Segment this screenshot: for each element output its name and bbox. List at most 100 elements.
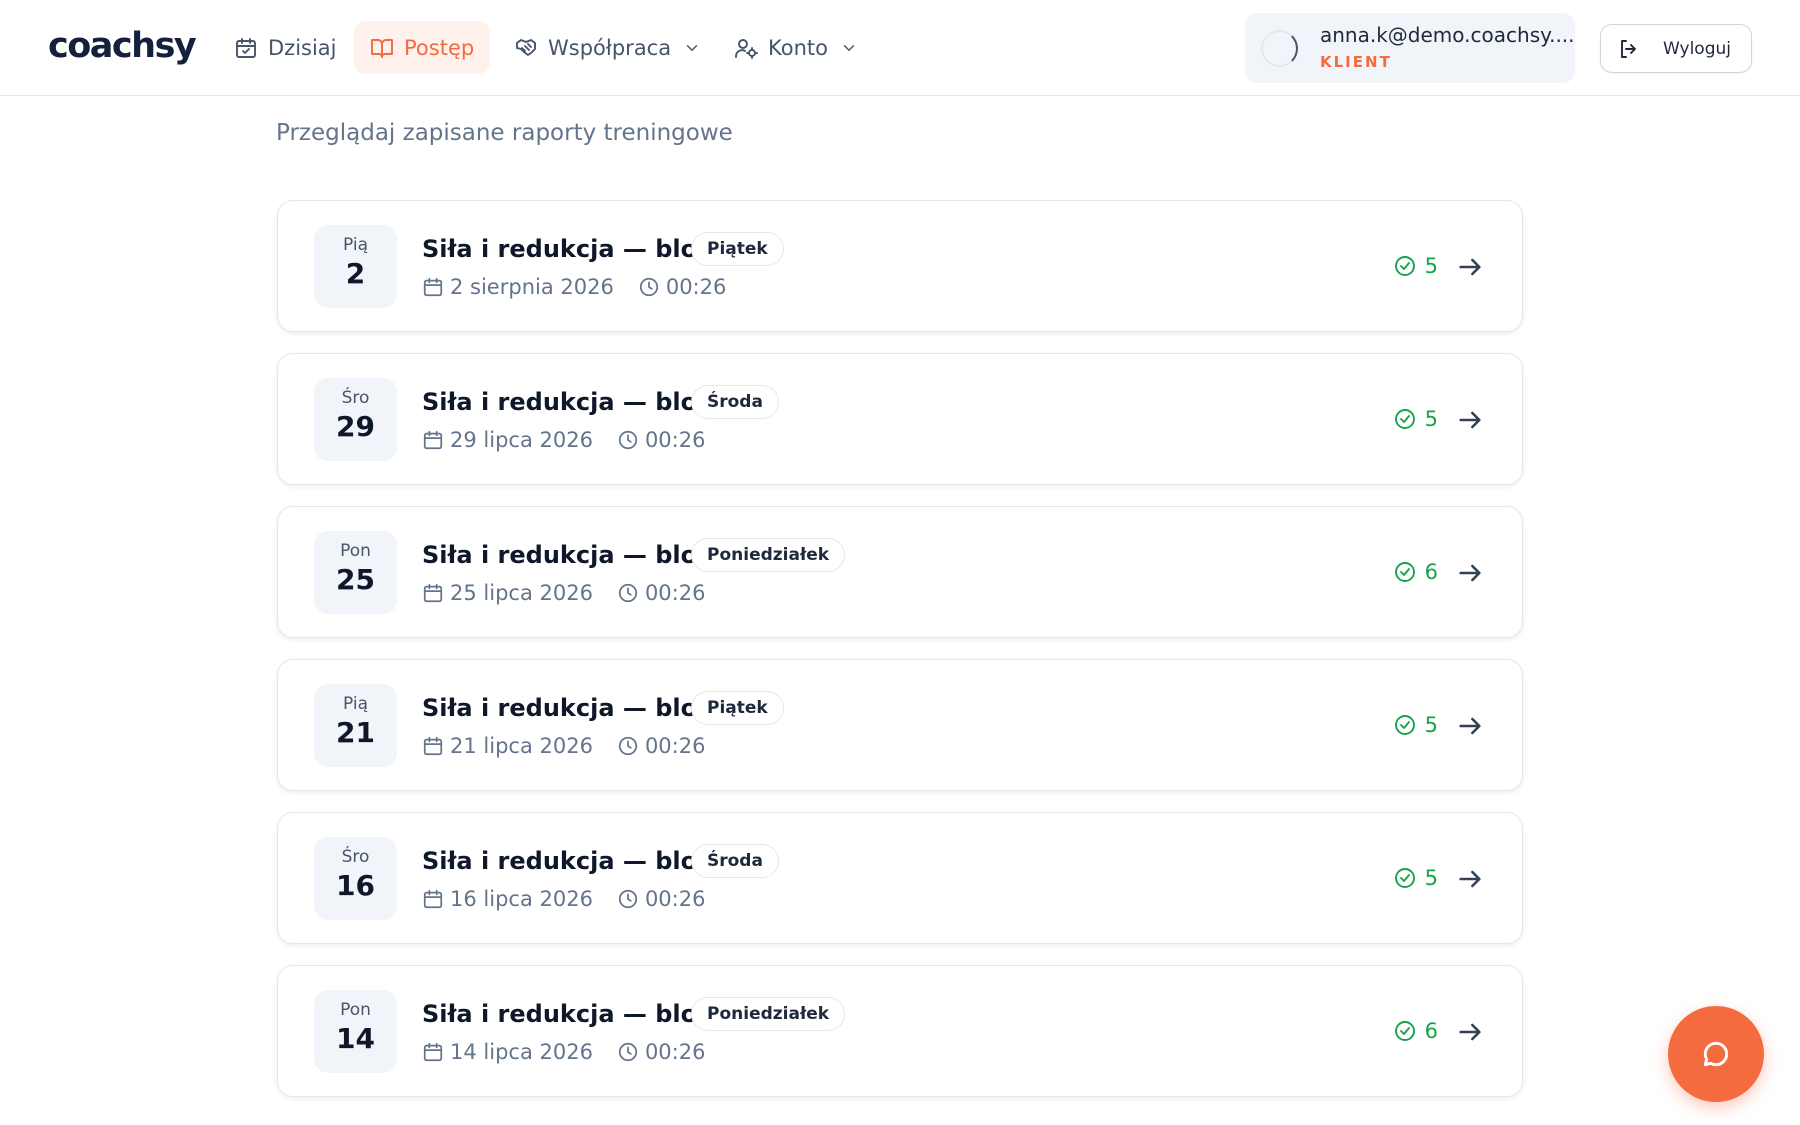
clock-icon	[618, 889, 638, 909]
nav-label: Konto	[768, 35, 828, 60]
clock-icon	[618, 736, 638, 756]
completed-count: 6	[1393, 1019, 1438, 1043]
report-card[interactable]: Pon 14 Siła i redukcja — blok 1 Poniedzi…	[277, 965, 1523, 1097]
count-value: 5	[1424, 407, 1438, 431]
nav-item-wspolpraca[interactable]: Współpraca	[498, 21, 717, 74]
report-date: 21 lipca 2026	[450, 734, 593, 758]
check-circle-icon	[1394, 1021, 1415, 1041]
chevron-down-icon	[686, 44, 698, 51]
arrow-right-icon	[1459, 1023, 1481, 1041]
count-value: 5	[1424, 866, 1438, 890]
date-box: Pon 14	[314, 990, 397, 1073]
completed-count: 5	[1393, 713, 1438, 737]
open-report-button[interactable]	[1456, 253, 1484, 281]
handshake-icon	[516, 38, 536, 56]
count-value: 5	[1424, 254, 1438, 278]
calendar-icon	[423, 583, 443, 603]
report-date: 29 lipca 2026	[450, 428, 593, 452]
arrow-right-icon	[1459, 564, 1481, 582]
logout-label: Wyloguj	[1663, 38, 1731, 59]
check-circle-icon	[1394, 562, 1415, 582]
report-date: 14 lipca 2026	[450, 1040, 593, 1064]
day-number: 21	[336, 716, 375, 749]
clock-icon	[618, 1042, 638, 1062]
completed-count: 5	[1393, 866, 1438, 890]
report-card[interactable]: Śro 16 Siła i redukcja — blok 1 Środa 16…	[277, 812, 1523, 944]
check-circle-icon	[1394, 868, 1415, 888]
day-of-week: Pon	[340, 541, 371, 561]
top-navigation-bar: coachsy Dzisiaj Postęp Współpraca Konto …	[0, 0, 1800, 96]
nav-item-postep[interactable]: Postęp	[354, 21, 491, 74]
calendar-icon	[423, 430, 443, 450]
day-number: 16	[336, 869, 375, 902]
nav-label: Współpraca	[548, 35, 672, 60]
report-meta: 2 sierpnia 2026 00:26	[422, 275, 726, 299]
user-role: KLIENT	[1320, 53, 1392, 71]
book-open-icon	[371, 38, 393, 58]
weekday-badge: Środa	[691, 844, 779, 878]
count-value: 5	[1424, 713, 1438, 737]
open-report-button[interactable]	[1456, 712, 1484, 740]
nav-item-konto[interactable]: Konto	[718, 21, 874, 74]
check-circle-icon	[1394, 409, 1415, 429]
logout-button[interactable]: Wyloguj	[1600, 24, 1752, 73]
weekday-badge: Poniedziałek	[691, 538, 846, 572]
calendar-icon	[423, 889, 443, 909]
clock-icon	[618, 583, 638, 603]
weekday-badge: Środa	[691, 385, 779, 419]
arrow-right-icon	[1459, 258, 1481, 276]
calendar-check-icon	[236, 37, 256, 58]
arrow-right-icon	[1459, 870, 1481, 888]
weekday-badge: Piątek	[691, 232, 784, 266]
calendar-icon	[423, 1042, 443, 1062]
report-meta: 29 lipca 2026 00:26	[422, 428, 705, 452]
report-time: 00:26	[644, 734, 706, 758]
report-card[interactable]: Pią 2 Siła i redukcja — blok 1 Piątek 2 …	[277, 200, 1523, 332]
day-of-week: Pią	[342, 235, 369, 255]
calendar-icon	[423, 277, 443, 297]
chat-bubble-icon	[1703, 1041, 1729, 1067]
report-meta: 21 lipca 2026 00:26	[422, 734, 705, 758]
count-value: 6	[1424, 1019, 1438, 1043]
arrow-right-icon	[1459, 717, 1481, 735]
report-time: 00:26	[644, 581, 706, 605]
weekday-badge: Poniedziałek	[691, 997, 846, 1031]
date-box: Śro 16	[314, 837, 397, 920]
weekday-badge: Piątek	[691, 691, 784, 725]
report-card[interactable]: Pią 21 Siła i redukcja — blok 1 Piątek 2…	[277, 659, 1523, 791]
report-date: 16 lipca 2026	[450, 887, 593, 911]
report-date: 2 sierpnia 2026	[450, 275, 614, 299]
report-meta: 14 lipca 2026 00:26	[422, 1040, 705, 1064]
report-card[interactable]: Śro 29 Siła i redukcja — blok 1 Środa 29…	[277, 353, 1523, 485]
open-report-button[interactable]	[1456, 406, 1484, 434]
chat-button[interactable]	[1668, 1006, 1764, 1102]
date-box: Śro 29	[314, 378, 397, 461]
app-logo[interactable]: coachsy	[48, 26, 197, 66]
report-time: 00:26	[644, 428, 706, 452]
check-circle-icon	[1394, 256, 1415, 276]
calendar-icon	[423, 736, 443, 756]
date-box: Pią 21	[314, 684, 397, 767]
day-number: 25	[336, 563, 375, 596]
day-of-week: Pon	[340, 1000, 371, 1020]
date-box: Pon 25	[314, 531, 397, 614]
user-account-box[interactable]: anna.k@demo.coachsy.... KLIENT	[1245, 13, 1575, 83]
day-number: 2	[345, 257, 366, 290]
nav-item-dzisiaj[interactable]: Dzisiaj	[218, 21, 353, 74]
avatar	[1261, 30, 1298, 67]
clock-icon	[618, 430, 638, 450]
report-card[interactable]: Pon 25 Siła i redukcja — blok 1 Poniedzi…	[277, 506, 1523, 638]
count-value: 6	[1424, 560, 1438, 584]
open-report-button[interactable]	[1456, 559, 1484, 587]
open-report-button[interactable]	[1456, 865, 1484, 893]
report-date: 25 lipca 2026	[450, 581, 593, 605]
open-report-button[interactable]	[1456, 1018, 1484, 1046]
logout-icon	[1621, 39, 1636, 58]
chevron-down-icon	[843, 44, 855, 51]
completed-count: 5	[1393, 407, 1438, 431]
date-box: Pią 2	[314, 225, 397, 308]
report-meta: 16 lipca 2026 00:26	[422, 887, 705, 911]
report-time: 00:26	[644, 887, 706, 911]
report-meta: 25 lipca 2026 00:26	[422, 581, 705, 605]
nav-label: Dzisiaj	[268, 35, 337, 60]
